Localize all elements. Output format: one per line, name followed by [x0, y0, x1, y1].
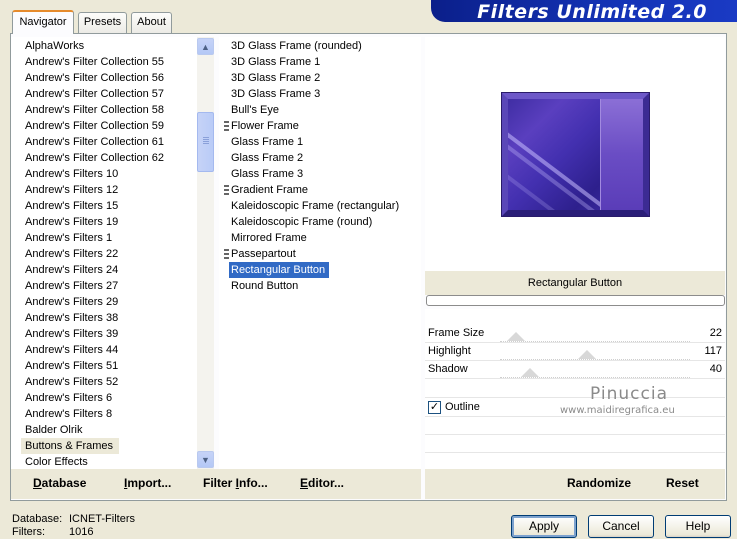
slider-label: Highlight: [428, 345, 471, 357]
category-item[interactable]: Andrew's Filter Collection 61: [11, 134, 197, 150]
chevron-down-icon[interactable]: ▼: [197, 451, 214, 468]
database-value: ICNET-Filters: [69, 513, 135, 525]
category-item[interactable]: Balder Olrik: [11, 422, 197, 438]
filter-item[interactable]: Round Button: [219, 278, 421, 294]
category-item[interactable]: Andrew's Filters 38: [11, 310, 197, 326]
category-item[interactable]: Andrew's Filter Collection 62: [11, 150, 197, 166]
slider-label: Frame Size: [428, 327, 485, 339]
filter-item[interactable]: 3D Glass Frame 2: [219, 70, 421, 86]
category-item[interactable]: Andrew's Filters 52: [11, 374, 197, 390]
category-item[interactable]: Andrew's Filters 44: [11, 342, 197, 358]
tab-about[interactable]: About: [131, 12, 172, 33]
progress-bar: [426, 295, 725, 306]
app-title: Filters Unlimited 2.0: [477, 1, 707, 23]
outline-label: Outline: [445, 401, 480, 413]
slider-shadow[interactable]: Shadow 40: [425, 361, 725, 379]
slider-frame-size[interactable]: Frame Size 22: [425, 325, 725, 343]
category-scrollbar[interactable]: ▲ ▼: [197, 37, 214, 469]
watermark-name: Pinuccia: [590, 384, 668, 404]
filter-item[interactable]: Glass Frame 2: [219, 150, 421, 166]
outline-checkbox[interactable]: ✓: [428, 401, 441, 414]
filter-item[interactable]: Glass Frame 3: [219, 166, 421, 182]
filters-count: 1016: [69, 526, 94, 538]
category-item[interactable]: Andrew's Filters 22: [11, 246, 197, 262]
category-item[interactable]: AlphaWorks: [11, 38, 197, 54]
filter-item[interactable]: Kaleidoscopic Frame (rectangular): [219, 198, 421, 214]
slider-highlight[interactable]: Highlight 117: [425, 343, 725, 361]
database-info: Database: ICNET-Filters Filters: 1016: [12, 513, 135, 539]
category-item[interactable]: Andrew's Filters 27: [11, 278, 197, 294]
filter-info-button[interactable]: Filter Info...: [203, 476, 268, 490]
filter-item[interactable]: Passepartout: [219, 246, 421, 262]
filter-item[interactable]: Flower Frame: [219, 118, 421, 134]
category-item[interactable]: Andrew's Filters 10: [11, 166, 197, 182]
filter-item[interactable]: 3D Glass Frame 3: [219, 86, 421, 102]
category-item[interactable]: Andrew's Filters 19: [11, 214, 197, 230]
category-item[interactable]: Andrew's Filter Collection 59: [11, 118, 197, 134]
reset-button[interactable]: Reset: [666, 476, 699, 490]
chevron-up-icon[interactable]: ▲: [197, 38, 214, 55]
filter-item[interactable]: Glass Frame 1: [219, 134, 421, 150]
tab-navigator[interactable]: Navigator: [12, 10, 74, 34]
import-button[interactable]: Import...: [124, 476, 171, 490]
category-item[interactable]: Andrew's Filters 24: [11, 262, 197, 278]
category-item[interactable]: Color Effects: [11, 454, 197, 469]
filter-item[interactable]: Gradient Frame: [219, 182, 421, 198]
category-item[interactable]: Andrew's Filter Collection 55: [11, 54, 197, 70]
cancel-button[interactable]: Cancel: [588, 515, 654, 538]
category-list[interactable]: AlphaWorks Andrew's Filter Collection 55 A…: [11, 37, 197, 469]
category-item[interactable]: Andrew's Filters 29: [11, 294, 197, 310]
effect-preview-image: [501, 92, 650, 217]
slider-value: 40: [709, 363, 722, 375]
database-label: Database:: [12, 513, 63, 525]
category-item[interactable]: Andrew's Filter Collection 57: [11, 86, 197, 102]
slider-track[interactable]: [500, 339, 690, 342]
help-button[interactable]: Help: [665, 515, 731, 538]
slider-knob[interactable]: [578, 350, 597, 359]
slider-label: Shadow: [428, 363, 468, 375]
category-item[interactable]: Andrew's Filters 8: [11, 406, 197, 422]
slider-knob[interactable]: [507, 332, 526, 341]
category-item[interactable]: Buttons & Frames: [21, 438, 120, 454]
slider-value: 117: [704, 345, 722, 357]
category-item[interactable]: Andrew's Filter Collection 56: [11, 70, 197, 86]
filters-label: Filters:: [12, 526, 45, 538]
category-item[interactable]: Andrew's Filters 12: [11, 182, 197, 198]
slider-knob[interactable]: [520, 368, 539, 377]
filter-item[interactable]: Bull's Eye: [219, 102, 421, 118]
database-button[interactable]: Database: [33, 476, 86, 490]
category-item[interactable]: Andrew's Filter Collection 58: [11, 102, 197, 118]
filter-list[interactable]: 3D Glass Frame (rounded) 3D Glass Frame 1…: [219, 37, 421, 469]
category-item[interactable]: Andrew's Filters 6: [11, 390, 197, 406]
slider-value: 22: [709, 327, 722, 339]
category-item[interactable]: Andrew's Filters 15: [11, 198, 197, 214]
category-item[interactable]: Andrew's Filters 51: [11, 358, 197, 374]
tab-presets[interactable]: Presets: [78, 12, 127, 33]
effect-name: Rectangular Button: [425, 271, 725, 295]
filter-item[interactable]: 3D Glass Frame 1: [219, 54, 421, 70]
category-item[interactable]: Andrew's Filters 1: [11, 230, 197, 246]
filter-item[interactable]: Mirrored Frame: [219, 230, 421, 246]
watermark-site: www.maidiregrafica.eu: [560, 405, 675, 416]
filter-item[interactable]: Kaleidoscopic Frame (round): [219, 214, 421, 230]
filter-item[interactable]: Rectangular Button: [229, 262, 330, 278]
editor-button[interactable]: Editor...: [300, 476, 344, 490]
randomize-button[interactable]: Randomize: [567, 476, 631, 490]
category-item[interactable]: Andrew's Filters 39: [11, 326, 197, 342]
apply-button[interactable]: Apply: [511, 515, 577, 538]
title-banner: Filters Unlimited 2.0: [431, 0, 737, 23]
scrollbar-thumb[interactable]: [197, 112, 214, 172]
filter-item[interactable]: 3D Glass Frame (rounded): [219, 38, 421, 54]
